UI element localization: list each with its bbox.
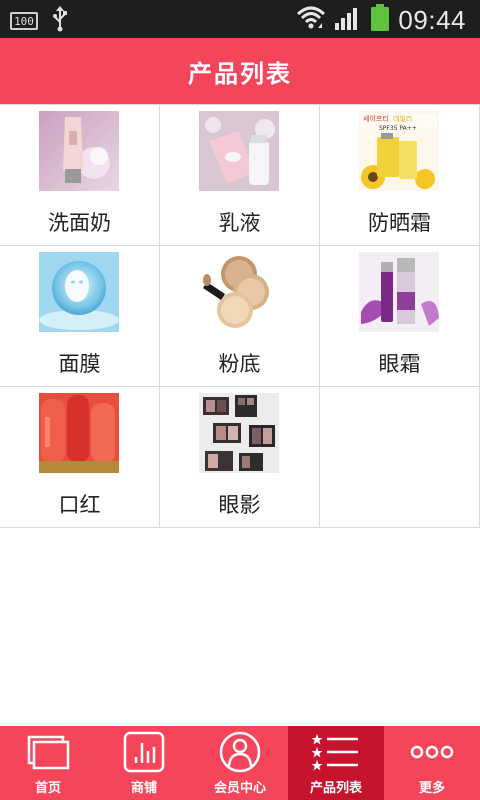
nav-item-member-center[interactable]: 会员中心 (192, 726, 288, 800)
product-item-lipstick[interactable]: 口红 (0, 387, 160, 528)
svg-text:SPF35 PA++: SPF35 PA++ (379, 125, 417, 132)
nav-label: 更多 (418, 781, 445, 796)
cleanser-product-image (39, 111, 119, 191)
nav-item-more[interactable]: 更多 (384, 726, 480, 800)
facial-mask-product-image (39, 252, 119, 332)
foundation-product-image (199, 252, 279, 332)
eyeshadow-product-image (199, 393, 279, 473)
bottom-nav: 首页 商铺 会员中心 产品列表 更多 (0, 726, 480, 800)
product-item-foundation[interactable]: 粉底 (160, 246, 320, 387)
product-item-lotion[interactable]: 乳液 (160, 105, 320, 246)
wifi-icon (296, 4, 326, 36)
product-label: 粉底 (218, 352, 261, 376)
nav-item-shop[interactable]: 商铺 (96, 726, 192, 800)
lotion-product-image (199, 111, 279, 191)
product-item-eye-cream[interactable]: 眼霜 (320, 246, 480, 387)
usb-icon (52, 6, 68, 36)
lipstick-product-image (39, 393, 119, 473)
home-icon (24, 730, 72, 774)
empty-grid-cell (320, 387, 480, 528)
product-item-cleanser[interactable]: 洗面奶 (0, 105, 160, 246)
eye-cream-product-image (359, 252, 439, 332)
product-label: 眼霜 (378, 352, 421, 376)
product-label: 乳液 (218, 211, 261, 235)
nav-item-home[interactable]: 首页 (0, 726, 96, 800)
sunscreen-product-image: 세이프티 데일리 SPF35 PA++ (359, 111, 439, 191)
svg-text:데일리: 데일리 (393, 114, 412, 123)
product-item-sunscreen[interactable]: 세이프티 데일리 SPF35 PA++ 防晒霜 (320, 105, 480, 246)
battery-level-indicator: 100 (10, 12, 38, 30)
nav-label: 会员中心 (213, 781, 266, 796)
list-icon (312, 730, 360, 774)
product-label: 口红 (58, 493, 101, 517)
nav-label: 产品列表 (309, 781, 362, 796)
product-grid: 洗面奶 乳液 세이프티 데일리 SPF35 PA++ 防晒霜 面膜 粉底 眼霜 … (0, 104, 480, 528)
status-bar-left: 100 (10, 6, 68, 36)
nav-label: 商铺 (130, 781, 157, 796)
product-label: 防晒霜 (368, 211, 431, 235)
member-icon (216, 730, 264, 774)
page-title: 产品列表 (188, 59, 292, 88)
nav-label: 首页 (34, 781, 61, 796)
product-item-facial-mask[interactable]: 面膜 (0, 246, 160, 387)
status-time: 09:44 (398, 4, 466, 35)
product-label: 面膜 (58, 352, 101, 376)
battery-level-text: 100 (14, 14, 34, 28)
svg-text:세이프티: 세이프티 (363, 114, 389, 123)
battery-icon (370, 4, 390, 36)
product-label: 眼影 (218, 493, 261, 517)
more-icon (408, 730, 456, 774)
app-header: 产品列表 (0, 38, 480, 104)
shop-icon (120, 730, 168, 774)
status-bar: 100 09:44 (0, 0, 480, 38)
product-label: 洗面奶 (48, 211, 111, 235)
nav-item-product-list[interactable]: 产品列表 (288, 726, 384, 800)
status-bar-right: 09:44 (296, 4, 466, 36)
product-item-eyeshadow[interactable]: 眼影 (160, 387, 320, 528)
signal-icon (334, 5, 362, 35)
